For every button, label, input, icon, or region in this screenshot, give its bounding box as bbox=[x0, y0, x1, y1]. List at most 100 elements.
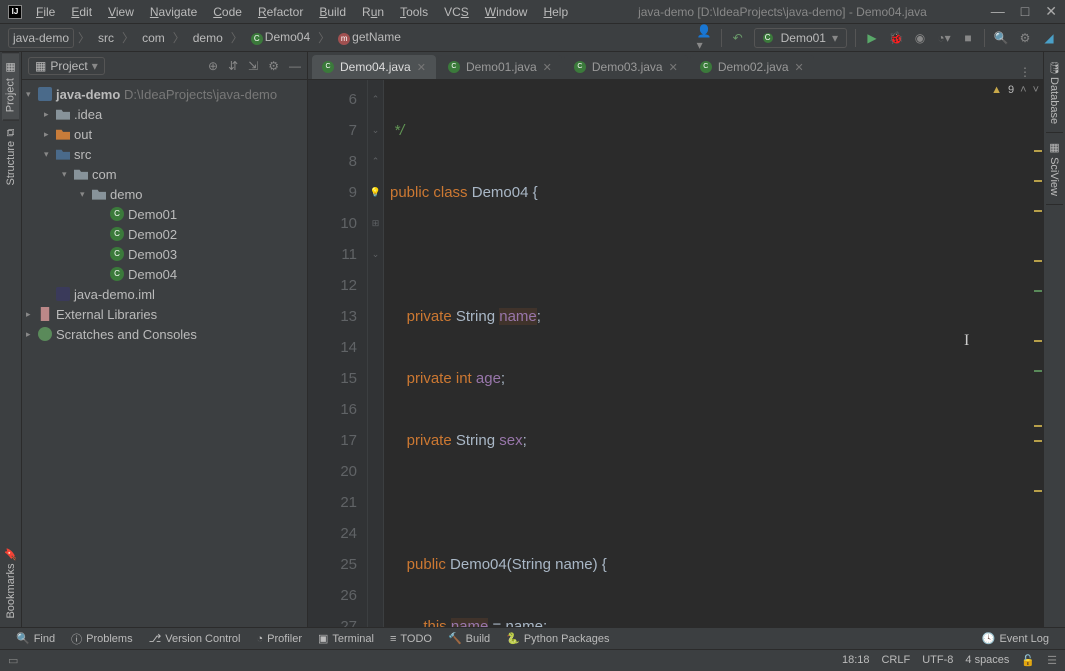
panel-settings-icon[interactable]: ⚙ bbox=[268, 59, 279, 73]
status-encoding[interactable]: UTF-8 bbox=[922, 654, 953, 667]
menu-view[interactable]: View bbox=[102, 3, 140, 21]
menu-code[interactable]: Code bbox=[207, 3, 248, 21]
tree-external-libs[interactable]: ▸External Libraries bbox=[22, 304, 307, 324]
stop-button[interactable]: ■ bbox=[960, 30, 976, 46]
tree-com[interactable]: ▾com bbox=[22, 164, 307, 184]
line-gutter[interactable]: 67891011121314151617202124252627 bbox=[308, 80, 368, 627]
bottom-python[interactable]: 🐍Python Packages bbox=[498, 632, 617, 645]
prev-issue-icon[interactable]: ˄ bbox=[1020, 84, 1026, 96]
menu-run[interactable]: Run bbox=[356, 3, 390, 21]
menu-help[interactable]: Help bbox=[537, 3, 574, 21]
bottom-problems[interactable]: ⓘProblems bbox=[63, 631, 140, 647]
rail-bookmarks-tab[interactable]: Bookmarks 🔖 bbox=[2, 539, 19, 627]
maximize-button[interactable]: □ bbox=[1021, 3, 1029, 20]
status-tools-icon[interactable]: ▭ bbox=[8, 654, 18, 667]
menu-edit[interactable]: Edit bbox=[65, 3, 98, 21]
menu-navigate[interactable]: Navigate bbox=[144, 3, 203, 21]
run-config-dropdown[interactable]: C Demo01 ▾ bbox=[754, 28, 847, 48]
project-view-dropdown[interactable]: ▦ Project ▾ bbox=[28, 57, 105, 75]
status-indent[interactable]: 4 spaces bbox=[965, 654, 1009, 667]
breadcrumbs: java-demo 〉 src 〉 com 〉 demo 〉 CDemo04 〉… bbox=[8, 28, 405, 48]
profiler-button[interactable]: ◔▾ bbox=[936, 30, 952, 46]
crumb-demo[interactable]: demo bbox=[189, 29, 227, 47]
crumb-com[interactable]: com bbox=[138, 29, 169, 47]
status-pos[interactable]: 18:18 bbox=[842, 654, 870, 667]
search-icon[interactable]: 🔍 bbox=[993, 30, 1009, 46]
separator bbox=[721, 29, 722, 47]
bottom-find[interactable]: 🔍Find bbox=[8, 632, 63, 645]
hide-panel-icon[interactable]: — bbox=[289, 59, 301, 73]
status-lineend[interactable]: CRLF bbox=[881, 654, 910, 667]
close-icon[interactable]: ✕ bbox=[669, 61, 678, 74]
notify-icon[interactable]: ☰ bbox=[1047, 654, 1057, 667]
tab-demo04[interactable]: CDemo04.java✕ bbox=[312, 55, 436, 79]
user-icon[interactable]: 👤▾ bbox=[697, 30, 713, 46]
close-icon[interactable]: ✕ bbox=[795, 61, 804, 74]
tab-more-icon[interactable]: ⋮ bbox=[1011, 65, 1039, 79]
crumb-src[interactable]: src bbox=[94, 29, 118, 47]
tree-demo01[interactable]: CDemo01 bbox=[22, 204, 307, 224]
window-title: java-demo [D:\IdeaProjects\java-demo] - … bbox=[574, 5, 991, 19]
class-icon: C bbox=[448, 61, 460, 73]
separator bbox=[855, 29, 856, 47]
close-icon[interactable]: ✕ bbox=[543, 61, 552, 74]
plugin-icon[interactable]: ◢ bbox=[1041, 30, 1057, 46]
error-stripe[interactable] bbox=[1033, 80, 1043, 627]
menu-vcs[interactable]: VCS bbox=[438, 3, 475, 21]
close-icon[interactable]: ✕ bbox=[417, 61, 426, 74]
tree-iml[interactable]: java-demo.iml bbox=[22, 284, 307, 304]
select-open-file-icon[interactable]: ⊕ bbox=[208, 59, 218, 73]
crumb-class[interactable]: CDemo04 bbox=[247, 28, 314, 47]
class-icon: C bbox=[110, 267, 124, 281]
rail-sciview-tab[interactable]: ▦ SciView bbox=[1046, 133, 1063, 205]
menu-tools[interactable]: Tools bbox=[394, 3, 434, 21]
code-area[interactable]: 67891011121314151617202124252627 ⌃⌄⌃💡⊞⌄ … bbox=[308, 80, 1043, 627]
rail-project-tab[interactable]: Project ▦ bbox=[2, 52, 19, 120]
crumb-project[interactable]: java-demo bbox=[8, 28, 74, 48]
close-button[interactable]: ✕ bbox=[1045, 3, 1057, 20]
tree-idea[interactable]: ▸.idea bbox=[22, 104, 307, 124]
bulb-icon[interactable]: 💡 bbox=[370, 187, 381, 197]
fold-column[interactable]: ⌃⌄⌃💡⊞⌄ bbox=[368, 80, 384, 627]
menu-build[interactable]: Build bbox=[313, 3, 352, 21]
project-tree[interactable]: ▾java-demo D:\IdeaProjects\java-demo ▸.i… bbox=[22, 80, 307, 627]
crumb-method[interactable]: mgetName bbox=[334, 28, 405, 47]
tree-root[interactable]: ▾java-demo D:\IdeaProjects\java-demo bbox=[22, 84, 307, 104]
tree-out[interactable]: ▸out bbox=[22, 124, 307, 144]
sciview-icon: ▦ bbox=[1048, 141, 1060, 154]
bottom-vc[interactable]: ⎇Version Control bbox=[141, 632, 249, 645]
bottom-todo[interactable]: ≡TODO bbox=[382, 633, 440, 645]
collapse-all-icon[interactable]: ⇲ bbox=[248, 59, 258, 73]
expand-all-icon[interactable]: ⇵ bbox=[228, 59, 238, 73]
tree-src[interactable]: ▾src bbox=[22, 144, 307, 164]
tree-demo[interactable]: ▾demo bbox=[22, 184, 307, 204]
rail-structure-tab[interactable]: Structure ⧉ bbox=[3, 120, 19, 194]
settings-icon[interactable]: ⚙ bbox=[1017, 30, 1033, 46]
bottom-eventlog[interactable]: 🕓Event Log bbox=[974, 632, 1057, 645]
tree-demo04[interactable]: CDemo04 bbox=[22, 264, 307, 284]
lock-icon[interactable]: 🔓 bbox=[1021, 654, 1035, 667]
profiler-icon: ◔ bbox=[256, 633, 263, 645]
menu-file[interactable]: FFileile bbox=[30, 3, 61, 21]
code-body[interactable]: */ public class Demo04 { private String … bbox=[384, 80, 1043, 627]
minimize-button[interactable]: — bbox=[991, 3, 1005, 20]
debug-button[interactable]: 🐞 bbox=[888, 30, 904, 46]
rail-database-tab[interactable]: 🛢 Database bbox=[1046, 52, 1063, 133]
iml-icon bbox=[56, 287, 70, 301]
back-arrow-icon[interactable]: ↶ bbox=[730, 30, 746, 46]
bottom-terminal[interactable]: ▣Terminal bbox=[310, 632, 382, 645]
database-icon: 🛢 bbox=[1048, 60, 1060, 74]
tree-demo02[interactable]: CDemo02 bbox=[22, 224, 307, 244]
bottom-build[interactable]: 🔨Build bbox=[440, 632, 498, 645]
tab-demo01[interactable]: CDemo01.java✕ bbox=[438, 55, 562, 79]
tree-scratches[interactable]: ▸Scratches and Consoles bbox=[22, 324, 307, 344]
inspection-widget[interactable]: ▲ 9 ˄ ˅ bbox=[991, 84, 1039, 96]
menu-window[interactable]: Window bbox=[479, 3, 534, 21]
tree-demo03[interactable]: CDemo03 bbox=[22, 244, 307, 264]
menu-refactor[interactable]: Refactor bbox=[252, 3, 309, 21]
run-button[interactable]: ▶ bbox=[864, 30, 880, 46]
tab-demo02[interactable]: CDemo02.java✕ bbox=[690, 55, 814, 79]
coverage-button[interactable]: ◉ bbox=[912, 30, 928, 46]
tab-demo03[interactable]: CDemo03.java✕ bbox=[564, 55, 688, 79]
bottom-profiler[interactable]: ◔Profiler bbox=[248, 633, 310, 645]
